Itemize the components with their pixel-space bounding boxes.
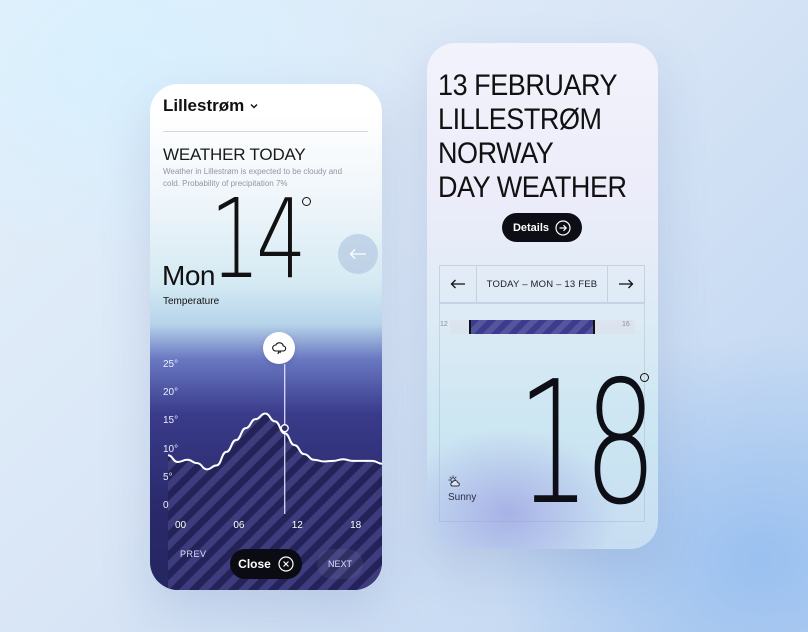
highlight-point[interactable] [280,423,289,433]
close-label: Close [238,557,271,571]
y-tick-label: 5° [163,471,173,483]
y-tick-label: 0 [163,500,169,511]
day-weather-screen: 13 FEBRUARY LILLESTRØM NORWAY DAY WEATHE… [427,43,658,549]
prev-button[interactable]: PREV [180,549,207,559]
close-circle-icon [278,556,294,572]
date-navigator: TODAY – MON – 13 FEB [439,265,645,303]
x-tick-label: 18 [350,520,362,531]
y-tick-label: 10° [163,443,179,455]
arrow-right-icon [619,279,634,289]
header-line: 13 FEBRUARY [438,69,618,102]
partly-sunny-icon [448,475,460,487]
degree-symbol [640,373,649,382]
arrow-left-icon [450,279,465,289]
close-button[interactable]: Close [230,549,302,579]
y-tick-label: 25° [163,359,179,370]
arrow-right-circle-icon [555,219,571,236]
header-line: DAY WEATHER [438,171,627,204]
range-high: 16 [622,321,630,328]
y-tick-label: 15° [163,415,179,427]
next-button[interactable]: NEXT [317,549,363,579]
details-label: Details [512,221,550,234]
header-line: LILLESTRØM [438,103,602,136]
day-temperature: 18 [517,345,657,543]
next-label: NEXT [327,559,352,569]
temperature-range-bar [469,320,595,334]
weather-pin[interactable] [263,332,295,364]
arrow-left-icon [349,249,366,259]
details-button[interactable]: Details [502,213,582,242]
x-tick-label: 00 [175,520,187,531]
weather-today-screen: Lillestrøm WEATHER TODAY Weather in Lill… [150,84,382,590]
condition-label: Sunny [448,492,477,503]
x-tick-label: 06 [233,520,245,531]
prev-day-button[interactable] [440,266,476,302]
range-low: 12 [440,321,448,328]
current-date-label: TODAY – MON – 13 FEB [476,266,608,302]
y-tick-label: 20° [163,387,179,399]
next-day-button[interactable] [608,266,644,302]
header-line: NORWAY [438,137,554,170]
back-button[interactable] [338,234,378,274]
x-tick-label: 12 [291,520,303,531]
cloud-rain-icon [272,342,287,355]
